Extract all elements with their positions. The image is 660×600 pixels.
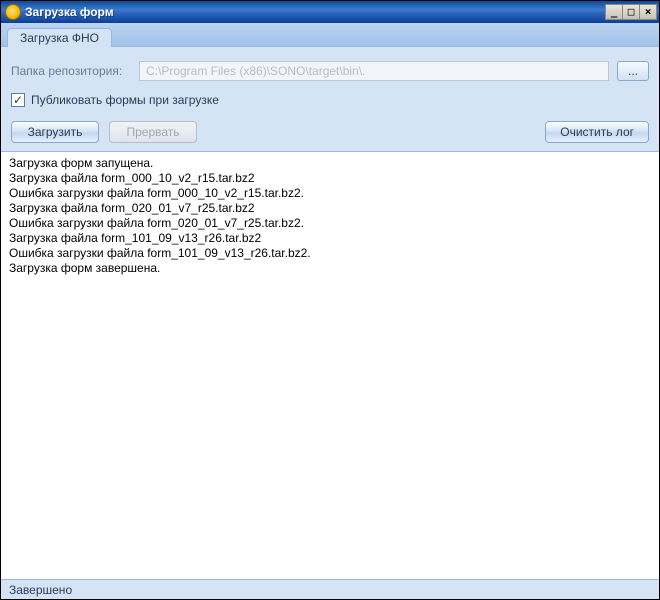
tab-load-fno[interactable]: Загрузка ФНО bbox=[7, 28, 112, 47]
repo-label: Папка репозитория: bbox=[11, 64, 131, 78]
log-line: Загрузка файла form_000_10_v2_r15.tar.bz… bbox=[9, 171, 651, 186]
clear-log-button[interactable]: Очистить лог bbox=[545, 121, 649, 143]
log-line: Загрузка форм завершена. bbox=[9, 261, 651, 276]
window-buttons: _ □ × bbox=[606, 4, 657, 20]
log-line: Загрузка файла form_020_01_v7_r25.tar.bz… bbox=[9, 201, 651, 216]
log-area[interactable]: Загрузка форм запущена.Загрузка файла fo… bbox=[7, 154, 653, 579]
options-panel: Папка репозитория: C:\Program Files (x86… bbox=[1, 47, 659, 152]
status-bar: Завершено bbox=[1, 579, 659, 599]
load-button[interactable]: Загрузить bbox=[11, 121, 99, 143]
minimize-button[interactable]: _ bbox=[605, 4, 623, 20]
app-icon bbox=[5, 4, 21, 20]
tab-row: Загрузка ФНО bbox=[1, 23, 659, 47]
action-button-row: Загрузить Прервать Очистить лог bbox=[11, 121, 649, 143]
window-title: Загрузка форм bbox=[25, 5, 606, 19]
titlebar[interactable]: Загрузка форм _ □ × bbox=[1, 1, 659, 23]
app-window: Загрузка форм _ □ × Загрузка ФНО Папка р… bbox=[0, 0, 660, 600]
repo-row: Папка репозитория: C:\Program Files (x86… bbox=[11, 61, 649, 81]
publish-row: ✓ Публиковать формы при загрузке bbox=[11, 93, 649, 107]
repo-path-field[interactable]: C:\Program Files (x86)\SONO\target\bin\. bbox=[139, 61, 609, 81]
publish-checkbox[interactable]: ✓ bbox=[11, 93, 25, 107]
log-line: Ошибка загрузки файла form_020_01_v7_r25… bbox=[9, 216, 651, 231]
close-button[interactable]: × bbox=[639, 4, 657, 20]
browse-button[interactable]: ... bbox=[617, 61, 649, 81]
log-line: Загрузка файла form_101_09_v13_r26.tar.b… bbox=[9, 231, 651, 246]
status-text: Завершено bbox=[9, 583, 72, 597]
abort-button: Прервать bbox=[109, 121, 197, 143]
publish-label: Публиковать формы при загрузке bbox=[31, 93, 219, 107]
log-line: Ошибка загрузки файла form_101_09_v13_r2… bbox=[9, 246, 651, 261]
log-line: Ошибка загрузки файла form_000_10_v2_r15… bbox=[9, 186, 651, 201]
maximize-button[interactable]: □ bbox=[622, 4, 640, 20]
log-line: Загрузка форм запущена. bbox=[9, 156, 651, 171]
